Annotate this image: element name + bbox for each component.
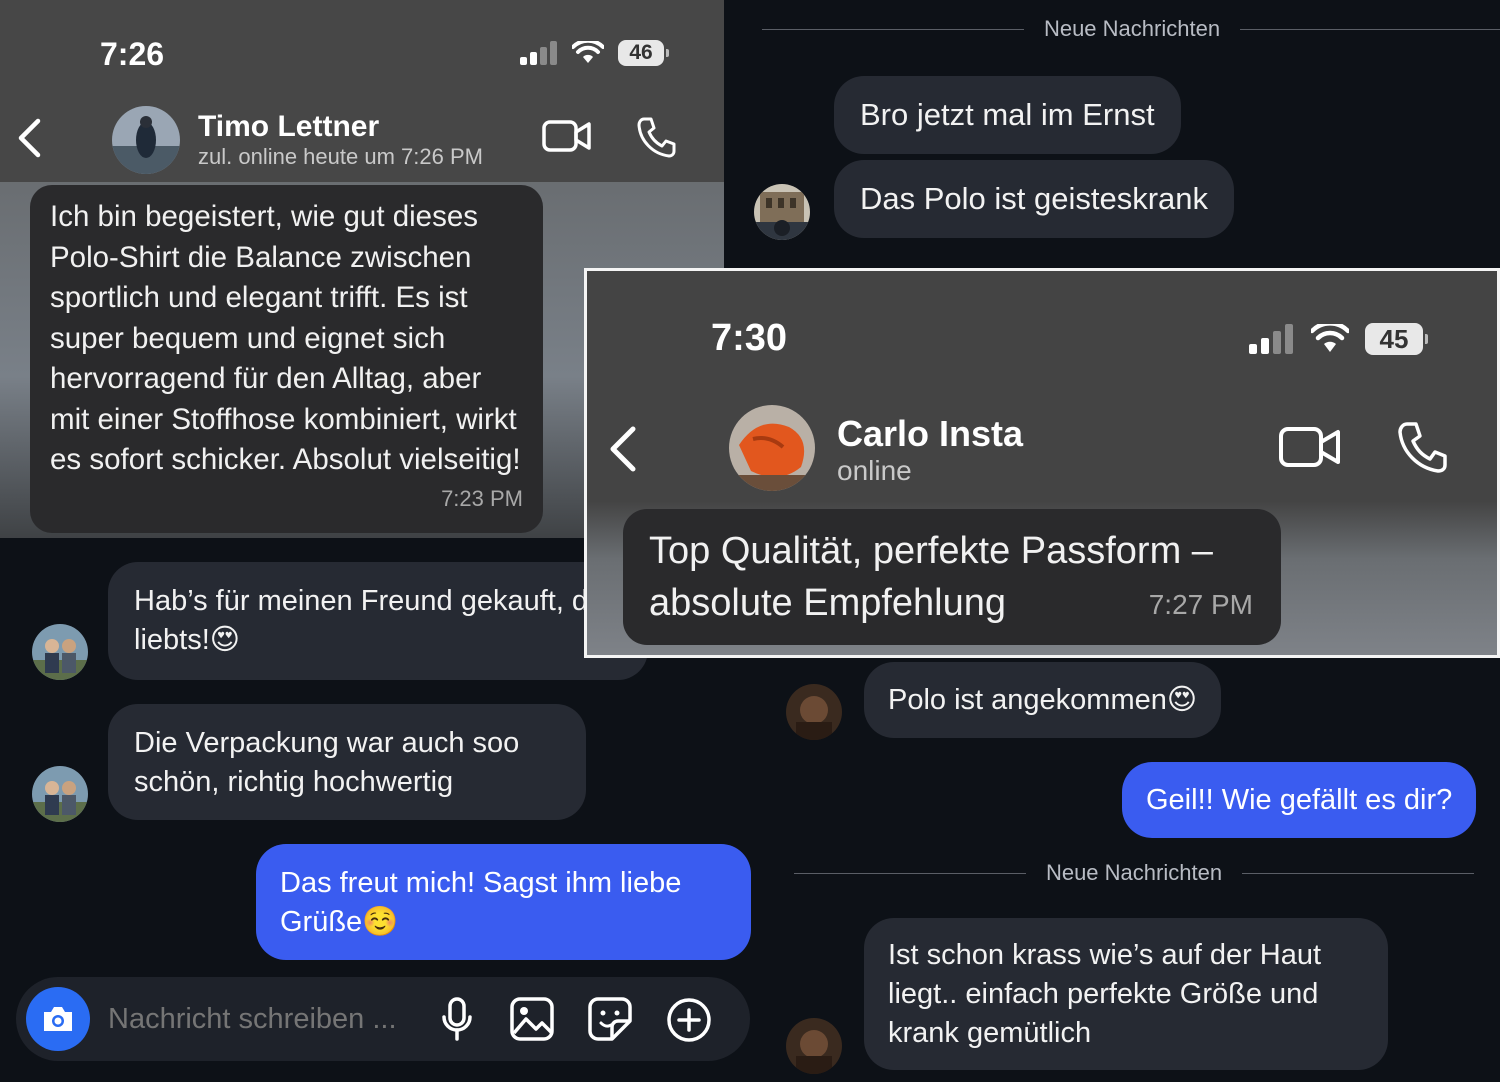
contact-name[interactable]: Carlo Insta: [837, 413, 1023, 455]
message-time: 7:27 PM: [1148, 589, 1253, 620]
phone-icon[interactable]: [636, 116, 676, 158]
message-bubble: Ich bin begeistert, wie gut dieses Polo-…: [30, 185, 543, 533]
contact-status: zul. online heute um 7:26 PM: [198, 144, 483, 169]
message-text: Das Polo ist geisteskrank: [860, 181, 1209, 216]
insta-chat-bottom-right: Polo ist angekommen😍 Geil!! Wie gefällt …: [768, 658, 1500, 1082]
back-chevron-icon[interactable]: [16, 118, 42, 158]
message-bubble: Ist schon krass wie’s auf der Haut liegt…: [864, 918, 1388, 1070]
message-text: Das freut mich! Sagst ihm liebe Grüße☺️: [280, 867, 682, 938]
chat-header: [587, 271, 1497, 501]
message-composer: [16, 977, 750, 1061]
message-time: 7:23 PM: [441, 485, 523, 511]
message-text: Top Qualität, perfekte Passform – absolu…: [649, 530, 1213, 624]
message-text: Hab’s für meinen Freund gekauft, der lie…: [134, 585, 614, 656]
microphone-icon[interactable]: [440, 997, 474, 1043]
avatar[interactable]: [786, 684, 842, 740]
message-text: Bro jetzt mal im Ernst: [860, 97, 1155, 132]
video-call-icon[interactable]: [542, 118, 592, 154]
avatar[interactable]: [32, 766, 88, 822]
gallery-icon[interactable]: [510, 997, 554, 1041]
message-bubble: Polo ist angekommen😍: [864, 662, 1222, 738]
divider-label: Neue Nachrichten: [1045, 860, 1223, 885]
contact-status: online: [837, 455, 912, 486]
message-text: Geil!! Wie gefällt es dir?: [1146, 784, 1453, 816]
message-bubble: Die Verpackung war auch soo schön, richt…: [108, 704, 586, 820]
avatar[interactable]: [729, 405, 815, 491]
wifi-icon: [572, 41, 604, 65]
back-chevron-icon[interactable]: [607, 425, 637, 473]
message-bubble: Hab’s für meinen Freund gekauft, der lie…: [108, 562, 648, 680]
phone-icon[interactable]: [1397, 421, 1447, 473]
new-messages-divider: Neue Nachrichten: [794, 858, 1475, 888]
avatar[interactable]: [32, 624, 88, 680]
my-message-bubble: Das freut mich! Sagst ihm liebe Grüße☺️: [256, 844, 751, 960]
message-text: Ist schon krass wie’s auf der Haut liegt…: [888, 939, 1322, 1049]
divider-label: Neue Nachrichten: [1043, 16, 1221, 41]
avatar[interactable]: [754, 184, 810, 240]
message-text: Die Verpackung war auch soo schön, richt…: [134, 727, 520, 798]
battery-indicator: 46: [618, 40, 669, 66]
insta-chat-top-right: Neue Nachrichten Bro jetzt mal im Ernst …: [726, 0, 1500, 268]
avatar[interactable]: [112, 106, 180, 174]
battery-indicator: 45: [1365, 323, 1428, 355]
plus-icon[interactable]: [666, 997, 712, 1043]
camera-icon[interactable]: [26, 987, 90, 1051]
signal-icon: [1249, 324, 1295, 354]
message-text: Polo ist angekommen😍: [888, 684, 1198, 716]
status-time: 7:26: [100, 36, 165, 72]
status-icons: 45: [1249, 323, 1428, 355]
message-bubble: Top Qualität, perfekte Passform – absolu…: [623, 509, 1281, 645]
message-text: Ich bin begeistert, wie gut dieses Polo-…: [50, 200, 521, 476]
message-input[interactable]: [108, 997, 428, 1041]
message-bubble: Das Polo ist geisteskrank: [834, 160, 1235, 238]
avatar[interactable]: [786, 1018, 842, 1074]
message-bubble: Bro jetzt mal im Ernst: [834, 76, 1181, 154]
carlo-chat-screenshot: 7:30 45 Carlo Insta online Top Qualität,…: [584, 268, 1500, 658]
status-icons: 46: [520, 40, 669, 66]
sticker-icon[interactable]: [588, 997, 632, 1041]
status-time: 7:30: [711, 317, 788, 359]
video-call-icon[interactable]: [1279, 425, 1341, 469]
new-messages-divider: Neue Nachrichten: [762, 14, 1500, 44]
my-message-bubble: Geil!! Wie gefällt es dir?: [1122, 762, 1477, 838]
contact-name[interactable]: Timo Lettner: [198, 110, 379, 144]
wifi-icon: [1311, 324, 1349, 354]
signal-icon: [520, 41, 558, 65]
